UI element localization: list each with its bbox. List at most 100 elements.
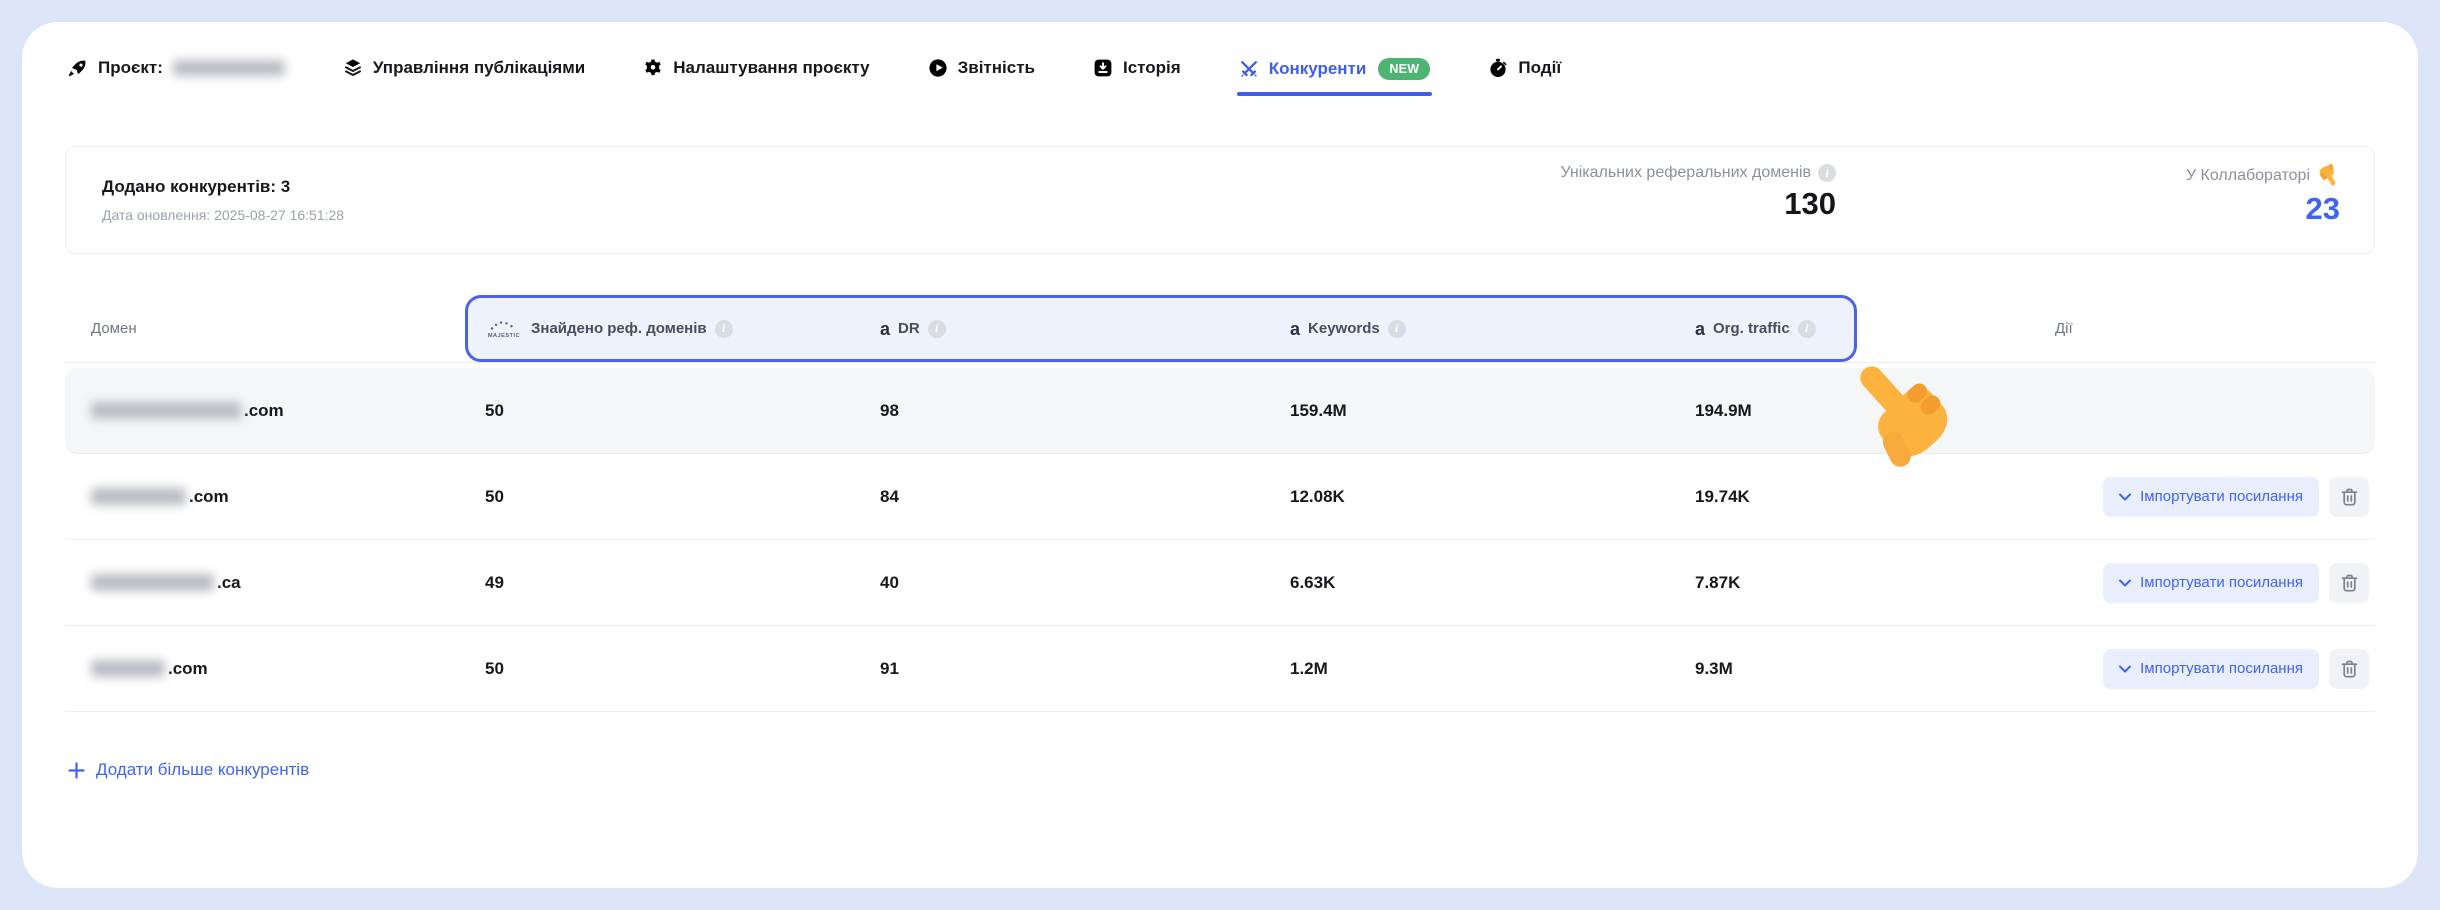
crossed-swords-icon [1239, 59, 1259, 79]
top-navigation: Проєкт: Управління публікаціями Налаштув… [22, 22, 2418, 96]
chevron-down-icon [2119, 493, 2131, 501]
column-header-refs: MAJESTIC Знайдено реф. доменів i [465, 319, 860, 339]
refs-cell: 49 [465, 573, 860, 593]
refs-cell: 50 [465, 659, 860, 679]
column-header-actions: Дії [1955, 320, 2375, 337]
chevron-down-icon [2119, 665, 2131, 673]
stats-bar: Додано конкурентів: 3 Дата оновлення: 20… [65, 146, 2375, 254]
stat-collaborator: У Коллабораторі 23 [2186, 164, 2340, 227]
stat-added-competitors: Додано конкурентів: 3 Дата оновлення: 20… [102, 177, 344, 223]
domain-cell: .com [65, 401, 465, 421]
layers-icon [343, 58, 363, 78]
delete-button[interactable] [2329, 477, 2369, 517]
nav-tab-label: Звітність [958, 58, 1035, 78]
delete-button[interactable] [2329, 649, 2369, 689]
nav-tab-label: Конкуренти [1269, 59, 1367, 79]
actions-cell: Імпортувати посилання [1955, 477, 2375, 517]
info-icon[interactable]: i [1818, 164, 1836, 182]
unique-domains-value: 130 [1560, 186, 1836, 222]
import-links-button[interactable]: Імпортувати посилання [2103, 563, 2319, 603]
domain-cell: .ca [65, 573, 465, 593]
download-icon [1093, 58, 1113, 78]
project-name-redacted [173, 60, 285, 76]
actions-cell: Імпортувати посилання [1955, 649, 2375, 689]
ahrefs-icon: a [880, 320, 890, 338]
dr-cell: 98 [860, 401, 1270, 421]
stopwatch-icon [1488, 58, 1508, 78]
table-row[interactable]: .com 50 98 159.4M 194.9M [65, 368, 2375, 454]
trash-icon [2341, 488, 2358, 506]
svg-text:MAJESTIC: MAJESTIC [488, 333, 520, 339]
chevron-down-icon [2119, 579, 2131, 587]
traffic-cell: 7.87K [1675, 573, 1955, 593]
domain-cell: .com [65, 659, 465, 679]
nav-tab-project-settings[interactable]: Налаштування проєкту [643, 58, 869, 94]
ahrefs-icon: a [1290, 320, 1300, 338]
info-icon[interactable]: i [715, 320, 733, 338]
collaborator-label: У Коллабораторі [2186, 167, 2310, 185]
unique-domains-label: Унікальних реферальних доменів [1560, 164, 1811, 182]
nav-tab-label: Управління публікаціями [373, 58, 585, 78]
added-competitors-label: Додано конкурентів: [102, 177, 276, 196]
nav-tab-reports[interactable]: Звітність [928, 58, 1035, 94]
actions-cell: Імпортувати посилання [1955, 563, 2375, 603]
dr-cell: 91 [860, 659, 1270, 679]
majestic-icon: MAJESTIC [485, 319, 523, 339]
keywords-cell: 6.63K [1270, 573, 1675, 593]
traffic-cell: 19.74K [1675, 487, 1955, 507]
table-row[interactable]: .com 50 91 1.2M 9.3M Імпортувати посилан… [65, 626, 2375, 712]
column-header-dr: a DR i [860, 320, 1270, 338]
updated-date-text: Дата оновлення: 2025-08-27 16:51:28 [102, 207, 344, 223]
nav-tab-label: Історія [1123, 58, 1181, 78]
import-links-button[interactable]: Імпортувати посилання [2103, 477, 2319, 517]
info-icon[interactable]: i [1798, 320, 1816, 338]
ahrefs-icon: a [1695, 320, 1705, 338]
domain-redacted [91, 660, 165, 677]
competitors-table: Домен MAJESTIC Знайдено реф. доменів i a… [65, 295, 2375, 712]
traffic-cell: 194.9M [1675, 401, 1955, 421]
column-header-traffic: a Org. traffic i [1675, 320, 1955, 338]
traffic-cell: 9.3M [1675, 659, 1955, 679]
trash-icon [2341, 574, 2358, 592]
domain-cell: .com [65, 487, 465, 507]
import-links-button[interactable]: Імпортувати посилання [2103, 649, 2319, 689]
pointing-down-hand-emoji [2317, 164, 2340, 187]
rocket-icon [68, 58, 88, 78]
nav-tab-competitors[interactable]: Конкуренти NEW [1239, 58, 1431, 96]
main-card: Проєкт: Управління публікаціями Налаштув… [22, 22, 2418, 888]
keywords-cell: 159.4M [1270, 401, 1675, 421]
nav-tab-label: Налаштування проєкту [673, 58, 869, 78]
keywords-cell: 12.08K [1270, 487, 1675, 507]
column-header-domain: Домен [65, 320, 465, 337]
delete-button[interactable] [2329, 563, 2369, 603]
stat-unique-domains: Унікальних реферальних доменів i 130 [1560, 164, 1836, 222]
table-row[interactable]: .com 50 84 12.08K 19.74K Імпортувати пос… [65, 454, 2375, 540]
refs-cell: 50 [465, 401, 860, 421]
added-competitors-value: 3 [281, 177, 290, 196]
domain-redacted [91, 402, 241, 419]
table-row[interactable]: .ca 49 40 6.63K 7.87K Імпортувати посила… [65, 540, 2375, 626]
nav-tab-history[interactable]: Історія [1093, 58, 1181, 94]
info-icon[interactable]: i [1388, 320, 1406, 338]
nav-project[interactable]: Проєкт: [68, 58, 285, 94]
refs-cell: 50 [465, 487, 860, 507]
nav-tab-events[interactable]: Події [1488, 58, 1561, 94]
keywords-cell: 1.2M [1270, 659, 1675, 679]
pie-chart-icon [928, 58, 948, 78]
add-more-competitors-link[interactable]: Додати більше конкурентів [68, 760, 309, 780]
gear-icon [643, 58, 663, 78]
collaborator-value: 23 [2186, 191, 2340, 227]
nav-tab-label: Події [1518, 58, 1561, 78]
nav-tab-publications[interactable]: Управління публікаціями [343, 58, 585, 94]
plus-icon [68, 762, 85, 779]
table-header: Домен MAJESTIC Знайдено реф. доменів i a… [65, 295, 2375, 363]
column-header-keywords: a Keywords i [1270, 320, 1675, 338]
domain-redacted [91, 574, 214, 591]
trash-icon [2341, 660, 2358, 678]
dr-cell: 40 [860, 573, 1270, 593]
info-icon[interactable]: i [928, 320, 946, 338]
table-body: .com 50 98 159.4M 194.9M .com 50 84 12.0… [65, 368, 2375, 712]
new-badge: NEW [1378, 58, 1430, 80]
project-label: Проєкт: [98, 58, 163, 78]
domain-redacted [91, 488, 186, 505]
